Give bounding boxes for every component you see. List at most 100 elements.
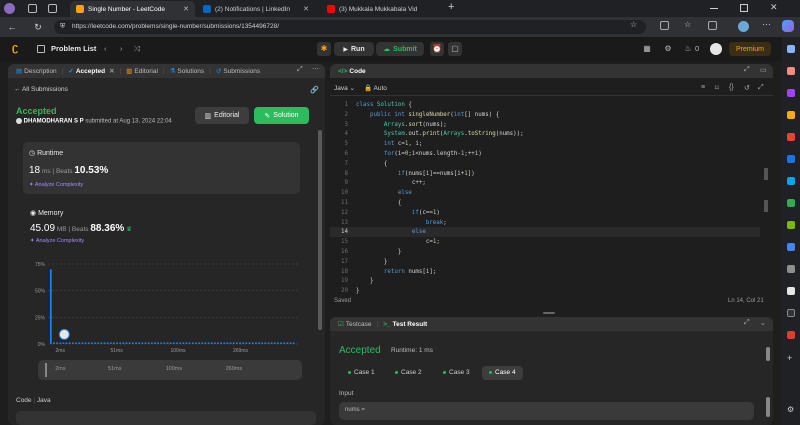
app-icon[interactable]: [787, 331, 795, 339]
code-line[interactable]: 11 {: [330, 198, 760, 208]
slider-handle[interactable]: [45, 363, 47, 377]
analyze-complexity-link[interactable]: ✦ Analyze Complexity: [30, 238, 84, 244]
chart-bar[interactable]: [261, 342, 264, 344]
search-icon[interactable]: [787, 45, 795, 53]
chart-bar[interactable]: [289, 342, 292, 344]
chart-bar[interactable]: [270, 342, 273, 344]
browser-tab-youtube[interactable]: (3) Mukkala Mukkabala Vid: [321, 1, 441, 17]
chart-bar[interactable]: [229, 342, 232, 344]
tab-submissions[interactable]: ↺ Submissions: [216, 67, 260, 76]
debug-icon[interactable]: ✱: [317, 42, 331, 56]
close-tab-icon[interactable]: ✕: [303, 5, 309, 13]
profile-avatar[interactable]: [738, 21, 749, 32]
chart-bar[interactable]: [176, 342, 178, 344]
app-icon[interactable]: [787, 243, 795, 251]
chart-bar[interactable]: [78, 342, 81, 344]
chart-bar[interactable]: [109, 342, 112, 344]
chart-bar[interactable]: [214, 342, 216, 344]
auto-mode-toggle[interactable]: 🔒 Auto: [364, 84, 387, 92]
chart-bar[interactable]: [251, 342, 254, 344]
prev-problem-icon[interactable]: ‹: [104, 37, 107, 61]
chart-bar[interactable]: [239, 342, 241, 344]
chart-bar[interactable]: [191, 342, 194, 344]
outlook-icon[interactable]: [787, 155, 795, 163]
settings-gear-icon[interactable]: ⚙: [661, 42, 675, 56]
editor-scrollbar[interactable]: [764, 168, 768, 180]
chart-bar[interactable]: [113, 342, 115, 344]
premium-button[interactable]: Premium: [729, 42, 771, 56]
close-tab-icon[interactable]: ✕: [183, 5, 189, 13]
code-line[interactable]: 12 if(c==1): [330, 208, 760, 218]
chart-bar[interactable]: [119, 342, 122, 344]
chart-bar[interactable]: [125, 342, 128, 344]
chart-bar[interactable]: [236, 342, 238, 344]
reset-icon[interactable]: ↺: [744, 84, 750, 92]
code-line[interactable]: 17 }: [330, 257, 760, 267]
expand-icon[interactable]: ⤢: [297, 66, 303, 74]
star-icon[interactable]: ☆: [630, 20, 637, 29]
test-case-tab[interactable]: Case 3: [436, 366, 477, 380]
tab-description[interactable]: ▤ Description: [16, 67, 57, 76]
code-line[interactable]: 13 break;: [330, 218, 760, 228]
chart-bar[interactable]: [201, 342, 204, 344]
chart-bar[interactable]: [188, 342, 191, 344]
test-case-tab[interactable]: Case 2: [388, 366, 429, 380]
all-submissions-link[interactable]: ← All Submissions: [14, 86, 68, 93]
code-line[interactable]: 19 }: [330, 276, 760, 286]
notes-icon[interactable]: ▢: [448, 42, 462, 56]
site-info-icon[interactable]: ⛨: [60, 20, 65, 34]
chart-bar[interactable]: [195, 342, 197, 344]
chart-bar[interactable]: [226, 342, 229, 344]
collapse-icon[interactable]: ▭: [760, 66, 767, 74]
favorites-icon[interactable]: ☆: [684, 20, 691, 29]
code-tab[interactable]: </> Code: [338, 68, 366, 75]
code-line[interactable]: 4 System.out.print(Arrays.toString(nums)…: [330, 129, 760, 139]
chart-bar[interactable]: [144, 342, 147, 344]
chart-bar[interactable]: [103, 342, 106, 344]
code-line[interactable]: 5 int c=1, i;: [330, 139, 760, 149]
code-line[interactable]: 18 return nums[i];: [330, 267, 760, 277]
collapse-icon[interactable]: ⌄: [760, 319, 766, 327]
problem-list-link[interactable]: Problem List: [51, 37, 96, 61]
chart-bar[interactable]: [150, 342, 153, 344]
code-line[interactable]: 7 {: [330, 159, 760, 169]
browser-profile-icon[interactable]: [4, 3, 15, 14]
code-line[interactable]: 1 class Solution {: [330, 100, 760, 110]
solution-button[interactable]: ✎ Solution: [254, 107, 309, 124]
collections-icon[interactable]: [708, 21, 717, 30]
close-window-icon[interactable]: ✕: [770, 2, 778, 13]
chart-bar[interactable]: [59, 342, 62, 344]
layout-icon[interactable]: ▦: [640, 42, 654, 56]
left-scrollbar[interactable]: [318, 130, 322, 330]
code-line[interactable]: 9 c++;: [330, 178, 760, 188]
chart-bar[interactable]: [185, 342, 188, 344]
chart-bar[interactable]: [204, 342, 207, 344]
chart-bar[interactable]: [277, 342, 279, 344]
copilot-icon[interactable]: [782, 20, 794, 32]
code-line[interactable]: 15 c=1;: [330, 237, 760, 247]
chart-bar[interactable]: [255, 342, 257, 344]
test-case-tab[interactable]: Case 4: [482, 366, 523, 380]
chart-bar[interactable]: [84, 342, 87, 344]
tab-solutions[interactable]: ⚗ Solutions: [170, 67, 205, 76]
chart-bar[interactable]: [160, 342, 163, 344]
chart-bar[interactable]: [128, 342, 131, 344]
chart-bar[interactable]: [94, 342, 96, 344]
chart-bar[interactable]: [223, 342, 226, 344]
close-tab-icon[interactable]: ✕: [109, 67, 114, 75]
chart-bar[interactable]: [147, 342, 150, 344]
chart-bar[interactable]: [87, 342, 90, 344]
chart-bar[interactable]: [157, 342, 159, 344]
chart-bar[interactable]: [210, 342, 213, 344]
extensions-icon[interactable]: [660, 21, 669, 30]
runtime-card[interactable]: ◷ Runtime 18 ms | Beats 10.53% ✦ Analyze…: [23, 142, 300, 194]
shopping-icon[interactable]: [787, 67, 795, 75]
chart-bar[interactable]: [173, 342, 175, 344]
timer-icon[interactable]: ⏰: [430, 42, 444, 56]
chart-bar[interactable]: [106, 342, 109, 344]
maximize-icon[interactable]: [740, 4, 748, 12]
chart-bar[interactable]: [179, 342, 182, 344]
range-slider[interactable]: 2ms 51ms 100ms 269ms: [38, 360, 302, 380]
chart-bar[interactable]: [135, 342, 137, 344]
code-line[interactable]: 20}: [330, 286, 760, 296]
